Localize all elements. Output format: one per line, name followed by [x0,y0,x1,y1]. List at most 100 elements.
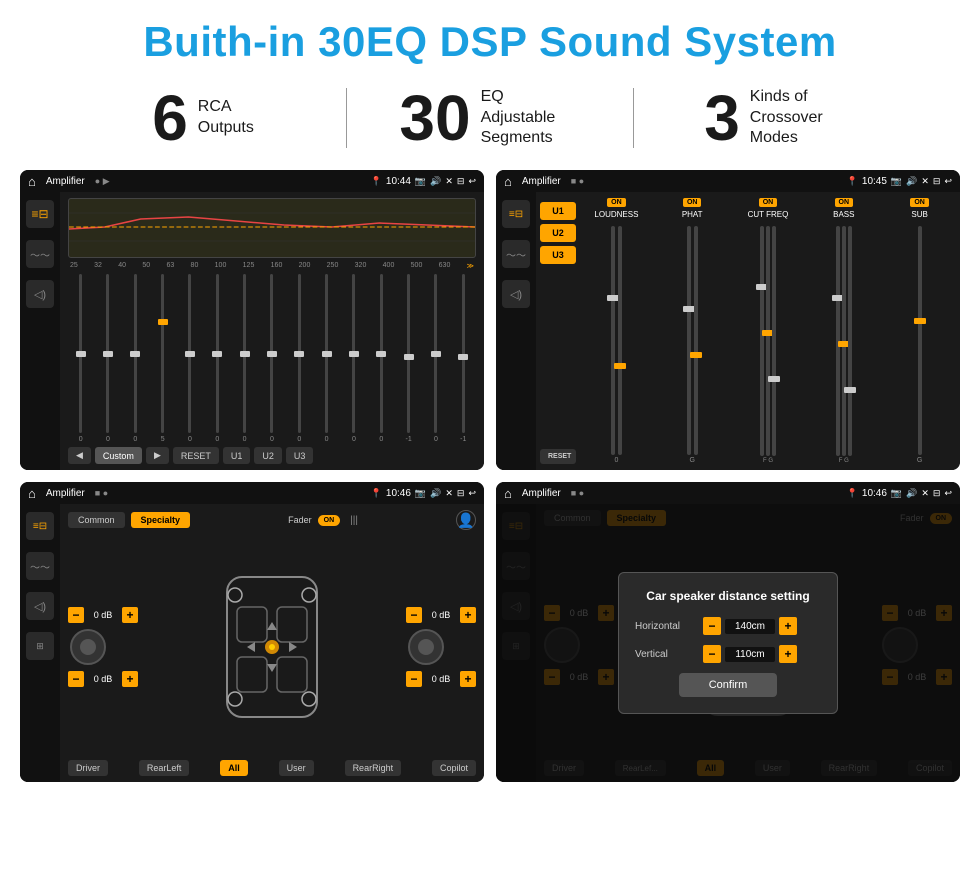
u3-btn[interactable]: U3 [286,447,314,464]
fader-on-toggle[interactable]: ON [318,515,341,526]
vol-tr-minus[interactable]: − [406,607,422,623]
screen2-body: ≡⊟ 〜〜 ◁) U1 U2 U3 RESET ON LOUDNESS [496,192,960,470]
rearleft-btn[interactable]: RearLeft [139,760,190,776]
driver-btn[interactable]: Driver [68,760,108,776]
confirm-button[interactable]: Confirm [679,673,778,697]
user-btn[interactable]: User [279,760,314,776]
screen4-status-icons: 📍 10:46 📷 🔊 ✕ ⊟ ↩ [847,488,952,499]
wave-icon-btn[interactable]: 〜〜 [26,240,54,268]
loudness-slider2[interactable] [618,226,622,455]
screen3-status-icons: 📍 10:46 📷 🔊 ✕ ⊟ ↩ [371,488,476,499]
play-btn[interactable]: ▶ [146,447,169,464]
u1-btn[interactable]: U1 [223,447,251,464]
slider-100: 0 [232,274,257,443]
page-title: Buith-in 30EQ DSP Sound System [0,0,980,76]
wave-side-btn2[interactable]: 〜〜 [502,240,530,268]
vertical-minus[interactable]: − [703,645,721,663]
speaker-side-btn2[interactable]: ◁) [502,280,530,308]
vol-tr-plus[interactable]: + [460,607,476,623]
bass-on[interactable]: ON [835,198,854,207]
slider-125: 0 [259,274,284,443]
cutfreq-slider2[interactable] [766,226,770,456]
eq-side-btn3[interactable]: ≡⊟ [26,512,54,540]
u2-btn[interactable]: U2 [254,447,282,464]
vol-tl-minus[interactable]: − [68,607,84,623]
loudness-on[interactable]: ON [607,198,626,207]
horizontal-minus[interactable]: − [703,617,721,635]
ch-sub: ON SUB G [883,198,956,464]
screen-distance: ⌂ Amplifier ■ ● 📍 10:46 📷 🔊 ✕ ⊟ ↩ ≡⊟ 〜〜 … [496,482,960,782]
cutfreq-slider1[interactable] [760,226,764,456]
u3-preset[interactable]: U3 [540,246,576,264]
back-icon[interactable]: ↩ [468,176,476,187]
screen3-fader-main: Common Specialty Fader ON ||| 👤 − 0 dB + [60,504,484,782]
ch-phat: ON PHAT G [656,198,729,464]
screen1-status-icons: 📍 10:44 📷 🔊 ✕ ⊟ ↩ [371,176,476,187]
custom-btn[interactable]: Custom [95,447,142,464]
vertical-label: Vertical [635,649,695,660]
home-icon4[interactable]: ⌂ [504,486,512,501]
vertical-plus[interactable]: + [779,645,797,663]
vol-br-value: 0 dB [426,674,456,684]
loudness-slider1[interactable] [611,226,615,455]
vol-br-minus[interactable]: − [406,671,422,687]
speaker-icon-btn[interactable]: ◁) [26,280,54,308]
home-icon[interactable]: ⌂ [28,174,36,189]
vol-tr: − 0 dB + [406,607,476,623]
vol-bl-plus[interactable]: + [122,671,138,687]
eq-side-btn2[interactable]: ≡⊟ [502,200,530,228]
slider-80: 0 [205,274,230,443]
vertical-input: − 110cm + [703,645,797,663]
common-tab[interactable]: Common [68,512,125,528]
sub-slider1[interactable] [918,226,922,455]
copilot-btn[interactable]: Copilot [432,760,476,776]
fader-top: Common Specialty Fader ON ||| 👤 [68,510,476,530]
sub-on[interactable]: ON [910,198,929,207]
all-btn[interactable]: All [220,760,248,776]
rearright-btn[interactable]: RearRight [345,760,402,776]
reset-btn[interactable]: RESET [173,447,219,464]
home-icon2[interactable]: ⌂ [504,174,512,189]
ch-cutfreq: ON CUT FREQ F G [732,198,805,464]
bass-label: BASS [833,210,854,219]
vol-bl: − 0 dB + [68,671,138,687]
location-icon: 📍 [371,176,382,187]
screen-eq: ⌂ Amplifier ● ▶ 📍 10:44 📷 🔊 ✕ ⊟ ↩ ≡⊟ 〜〜 … [20,170,484,470]
eq-icon-btn[interactable]: ≡⊟ [26,200,54,228]
horizontal-plus[interactable]: + [779,617,797,635]
wave-side-btn3[interactable]: 〜〜 [26,552,54,580]
phat-slider1[interactable] [687,226,691,455]
horizontal-value: 140cm [725,619,775,634]
screen1-statusbar: ⌂ Amplifier ● ▶ 📍 10:44 📷 🔊 ✕ ⊟ ↩ [20,170,484,192]
horizontal-row: Horizontal − 140cm + [635,617,821,635]
vol-tl-plus[interactable]: + [122,607,138,623]
vertical-row: Vertical − 110cm + [635,645,821,663]
reset-preset[interactable]: RESET [540,449,576,464]
screen1-time: 10:44 [386,176,411,187]
home-icon3[interactable]: ⌂ [28,486,36,501]
speaker-side-btn3[interactable]: ◁) [26,592,54,620]
bass-slider3[interactable] [848,226,852,456]
u2-preset[interactable]: U2 [540,224,576,242]
expand-side-btn3[interactable]: ⊞ [26,632,54,660]
minimize-icon[interactable]: ⊟ [457,176,465,187]
bass-slider2[interactable] [842,226,846,456]
cutfreq-slider3[interactable] [772,226,776,456]
screen3-body: ≡⊟ 〜〜 ◁) ⊞ Common Specialty Fader ON |||… [20,504,484,782]
cutfreq-label: CUT FREQ [748,210,789,219]
close-icon[interactable]: ✕ [445,176,453,187]
prev-btn[interactable]: ◀ [68,447,91,464]
car-diagram [207,567,337,727]
vol-bl-minus[interactable]: − [68,671,84,687]
screen4-time: 10:46 [862,488,887,499]
phat-on[interactable]: ON [683,198,702,207]
screen2-statusbar: ⌂ Amplifier ■ ● 📍 10:45 📷 🔊 ✕ ⊟ ↩ [496,170,960,192]
screen2-main: U1 U2 U3 RESET ON LOUDNESS [536,192,960,470]
specialty-tab[interactable]: Specialty [131,512,191,528]
slider-32: 0 [95,274,120,443]
screen4-app-title: Amplifier [522,488,561,499]
cutfreq-on[interactable]: ON [759,198,778,207]
u1-preset[interactable]: U1 [540,202,576,220]
phat-slider2[interactable] [694,226,698,455]
vol-br-plus[interactable]: + [460,671,476,687]
